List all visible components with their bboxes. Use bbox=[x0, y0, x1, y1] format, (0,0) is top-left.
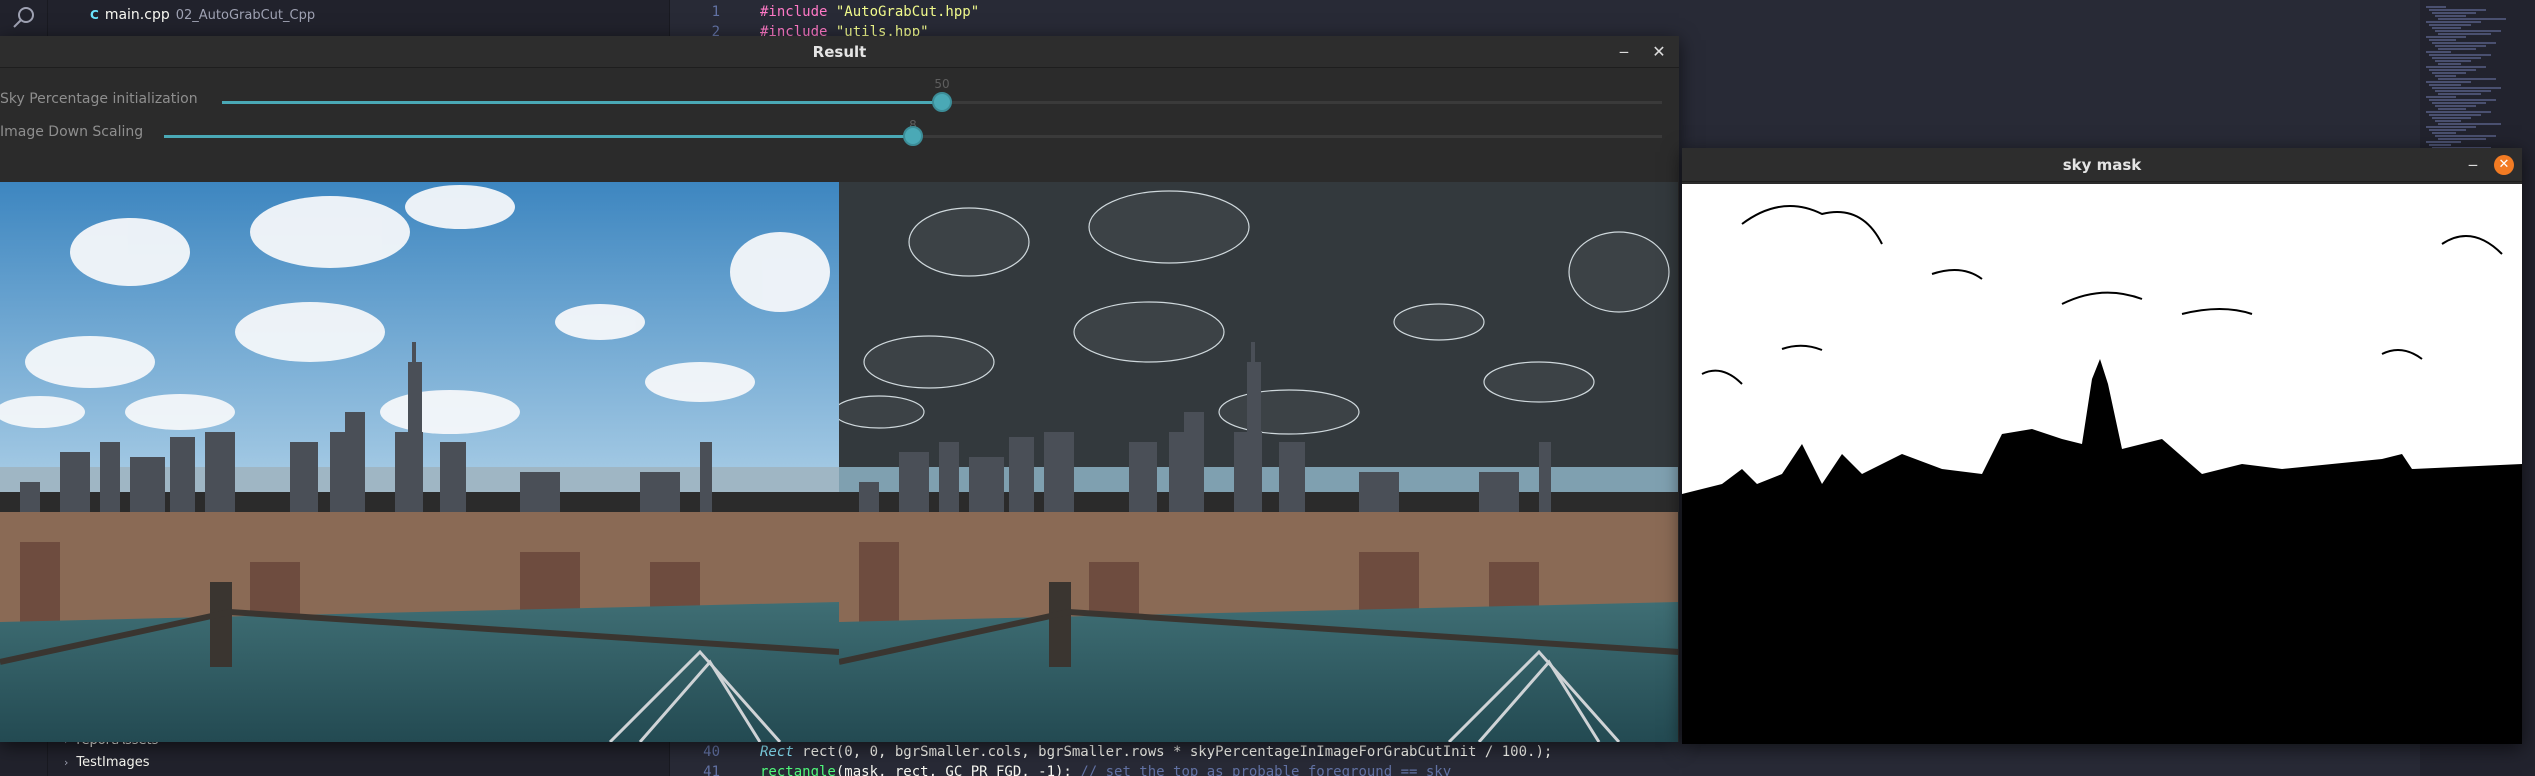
close-button[interactable]: ✕ bbox=[1647, 40, 1671, 64]
image-down-scaling-fill bbox=[164, 135, 913, 138]
open-file-name: main.cpp bbox=[104, 7, 170, 23]
minimap-line bbox=[2438, 33, 2491, 35]
trackbar-panel: Sky Percentage initialization 50 Image D… bbox=[0, 68, 1679, 182]
minimap-line bbox=[2429, 69, 2476, 71]
code-text: #include "AutoGrabCut.hpp" bbox=[760, 4, 980, 20]
minimap-line bbox=[2432, 27, 2461, 29]
minimap-line bbox=[2438, 108, 2466, 110]
minimap-line bbox=[2429, 114, 2481, 116]
code-text: rectangle(mask, rect, GC_PR_FGD, -1); //… bbox=[760, 764, 1452, 776]
chevron-right-icon: › bbox=[64, 755, 69, 769]
image-down-scaling-slider-handle[interactable] bbox=[903, 126, 923, 146]
minimap-line bbox=[2438, 123, 2501, 125]
tree-item-label: TestImages bbox=[76, 754, 150, 770]
sky-mask-window: sky mask ‒ ✕ bbox=[1682, 148, 2522, 744]
minimap-line bbox=[2438, 78, 2496, 80]
minimap-line bbox=[2435, 105, 2476, 107]
sky-percentage-fill bbox=[222, 101, 942, 104]
result-window: Result ‒ ✕ Sky Percentage initialization… bbox=[0, 36, 1679, 742]
cpp-file-icon: C bbox=[90, 8, 99, 22]
minimap-line bbox=[2429, 54, 2491, 56]
line-number: 1 bbox=[711, 4, 720, 20]
minimap-line bbox=[2426, 126, 2476, 128]
desktop: C main.cpp 02_AutoGrabCut_Cpp › reportAs… bbox=[0, 0, 2535, 776]
grabcut-overlay-image bbox=[839, 182, 1678, 742]
image-down-scaling-label: Image Down Scaling bbox=[0, 124, 144, 140]
line-number: 41 bbox=[703, 764, 720, 776]
minimap-line bbox=[2426, 141, 2461, 143]
minimap-line bbox=[2426, 36, 2466, 38]
minimap-line bbox=[2435, 75, 2456, 77]
sky-percentage-slider-handle[interactable] bbox=[932, 92, 952, 112]
minimap-line bbox=[2426, 96, 2456, 98]
minimap-line bbox=[2429, 39, 2456, 41]
minimize-button[interactable]: ‒ bbox=[2461, 153, 2485, 177]
minimap-line bbox=[2426, 111, 2491, 113]
minimap-line bbox=[2432, 57, 2481, 59]
tree-item-testimages[interactable]: › TestImages bbox=[64, 752, 150, 772]
minimap-line bbox=[2438, 138, 2486, 140]
search-icon[interactable] bbox=[10, 4, 38, 32]
close-button[interactable]: ✕ bbox=[2494, 155, 2514, 175]
sky-mask-image bbox=[1682, 184, 2522, 744]
minimap-line bbox=[2426, 51, 2451, 53]
minimap-line bbox=[2426, 21, 2481, 23]
minimap-line bbox=[2432, 132, 2456, 134]
minimap-line bbox=[2429, 9, 2486, 11]
line-number: 40 bbox=[703, 744, 720, 760]
minimap-line bbox=[2438, 48, 2476, 50]
sky-percentage-value: 50 bbox=[934, 77, 950, 91]
minimap-line bbox=[2432, 42, 2496, 44]
minimap-line bbox=[2426, 66, 2486, 68]
minimap-line bbox=[2426, 81, 2471, 83]
result-titlebar[interactable]: Result ‒ ✕ bbox=[0, 36, 1679, 68]
minimap-line bbox=[2432, 102, 2486, 104]
sky-mask-title: sky mask bbox=[2062, 156, 2142, 174]
minimap-line bbox=[2435, 60, 2471, 62]
minimap-line bbox=[2432, 12, 2476, 14]
minimap-line bbox=[2429, 84, 2461, 86]
open-file-entry[interactable]: C main.cpp 02_AutoGrabCut_Cpp bbox=[90, 4, 315, 26]
minimap-line bbox=[2432, 117, 2471, 119]
minimap-line bbox=[2426, 6, 2446, 8]
minimize-button[interactable]: ‒ bbox=[1612, 40, 1636, 64]
minimap-line bbox=[2432, 72, 2466, 74]
minimap-line bbox=[2435, 15, 2466, 17]
minimap-line bbox=[2435, 90, 2491, 92]
minimap-line bbox=[2429, 24, 2471, 26]
open-file-dir: 02_AutoGrabCut_Cpp bbox=[175, 7, 316, 23]
minimap-line bbox=[2429, 144, 2451, 146]
original-city-image bbox=[0, 182, 839, 742]
minimap-line bbox=[2435, 45, 2486, 47]
minimap-line bbox=[2438, 93, 2481, 95]
minimap-line bbox=[2438, 18, 2506, 20]
result-title: Result bbox=[812, 43, 867, 61]
sky-percentage-label: Sky Percentage initialization bbox=[0, 91, 198, 107]
code-line[interactable]: 1 #include "AutoGrabCut.hpp" bbox=[670, 2, 980, 22]
code-line[interactable]: 40 Rect rect(0, 0, bgrSmaller.cols, bgrSm… bbox=[670, 742, 1552, 762]
code-text: Rect rect(0, 0, bgrSmaller.cols, bgrSmal… bbox=[760, 744, 1553, 760]
minimap-line bbox=[2435, 120, 2461, 122]
minimap-line bbox=[2435, 30, 2501, 32]
minimap-line bbox=[2435, 135, 2496, 137]
minimap-line bbox=[2438, 63, 2461, 65]
code-line[interactable]: 41 rectangle(mask, rect, GC_PR_FGD, -1); … bbox=[670, 762, 1451, 776]
minimap-line bbox=[2429, 99, 2496, 101]
sky-mask-titlebar[interactable]: sky mask ‒ ✕ bbox=[1682, 148, 2522, 182]
minimap-line bbox=[2429, 129, 2466, 131]
minimap-line bbox=[2432, 87, 2501, 89]
